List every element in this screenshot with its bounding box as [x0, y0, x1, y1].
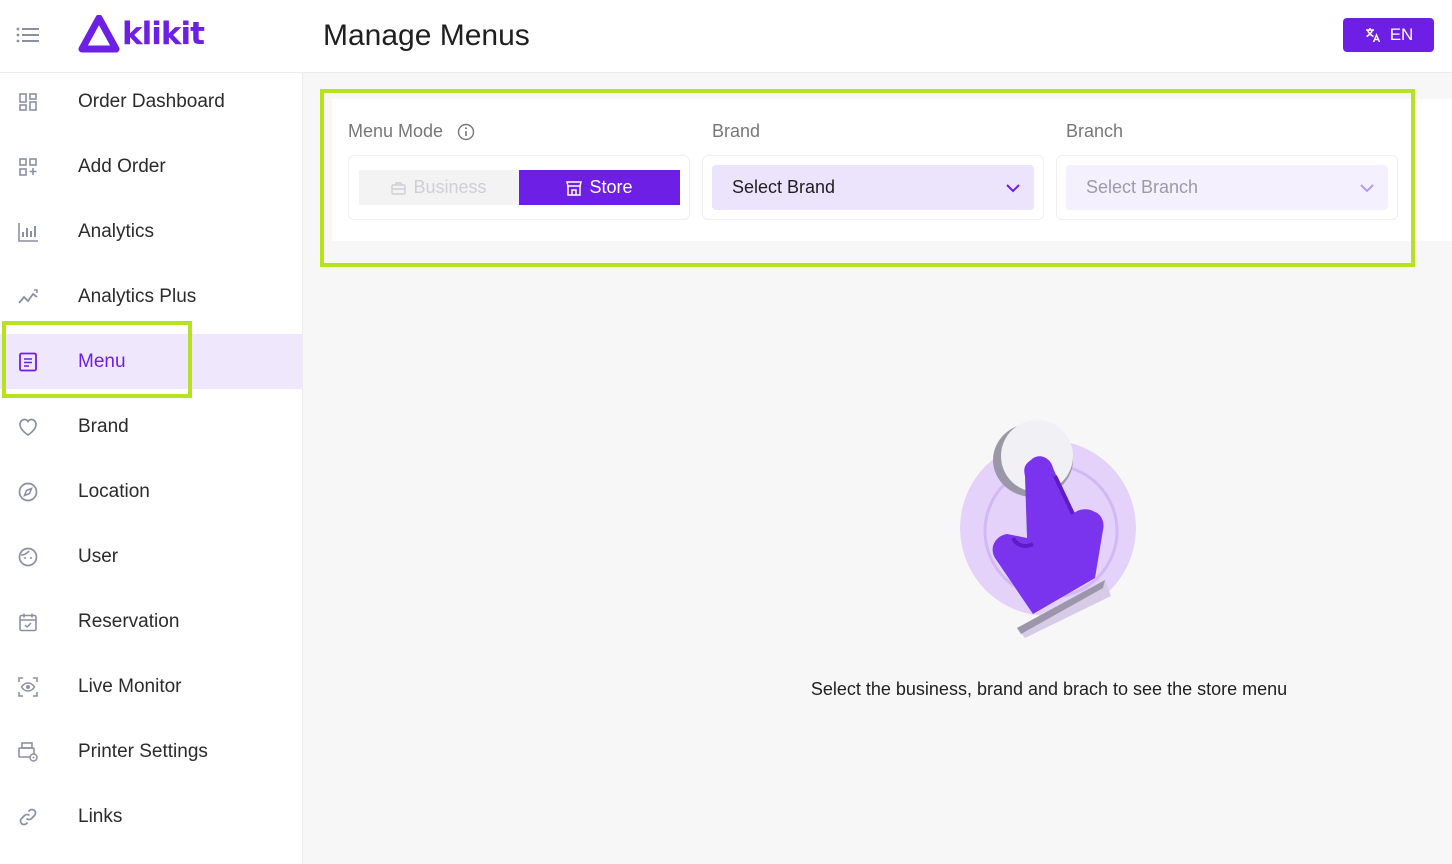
- link-icon: [19, 808, 37, 825]
- page-title: Manage Menus: [323, 19, 530, 52]
- pointing-hand-illustration: [960, 420, 1136, 638]
- chevron-down-icon: [1360, 184, 1374, 193]
- briefcase-icon: [391, 181, 407, 195]
- document-list-icon: [19, 352, 37, 371]
- monitor-eye-icon: [18, 676, 38, 697]
- face-icon: [18, 547, 38, 566]
- sidebar-item-label: Add Order: [78, 155, 166, 177]
- sidebar-item-analytics-plus[interactable]: Analytics Plus: [0, 269, 302, 324]
- klikit-logo[interactable]: klikit: [78, 14, 205, 54]
- brand-select-value: Select Brand: [732, 177, 836, 197]
- logo-mark-icon: [78, 15, 120, 53]
- calendar-check-icon: [19, 613, 37, 631]
- add-grid-icon: [19, 157, 37, 176]
- sidebar-item-brand[interactable]: Brand: [0, 399, 302, 454]
- heart-icon: [19, 418, 37, 436]
- mode-store-label: Store: [589, 177, 633, 197]
- sidebar-item-order-dashboard[interactable]: Order Dashboard: [0, 74, 302, 129]
- bar-chart-icon: [18, 222, 38, 242]
- branch-select[interactable]: Select Branch: [1066, 165, 1388, 210]
- sidebar-item-label: Live Monitor: [78, 675, 182, 697]
- sidebar-item-printer-settings[interactable]: Printer Settings: [0, 724, 302, 779]
- sidebar-item-add-order[interactable]: Add Order: [0, 139, 302, 194]
- sidebar-item-label: Brand: [78, 415, 129, 437]
- mode-store-button[interactable]: Store: [519, 170, 680, 205]
- sidebar-item-location[interactable]: Location: [0, 464, 302, 519]
- sidebar-item-label: User: [78, 545, 119, 567]
- empty-state-message: Select the business, brand and brach to …: [810, 679, 1288, 699]
- sidebar-item-reservation[interactable]: Reservation: [0, 594, 302, 649]
- language-button[interactable]: EN: [1343, 18, 1434, 52]
- sidebar-item-label: Analytics Plus: [78, 285, 197, 307]
- translate-icon: [1365, 28, 1380, 43]
- sidebar-item-label: Printer Settings: [78, 740, 208, 762]
- sidebar-item-label: Order Dashboard: [78, 90, 225, 112]
- branch-label: Branch: [1066, 121, 1124, 141]
- hamburger-menu-icon[interactable]: [16, 26, 40, 44]
- printer-gear-icon: [18, 741, 38, 762]
- trend-line-icon: [18, 288, 38, 304]
- sidebar-item-menu[interactable]: Menu: [0, 334, 302, 389]
- chevron-down-icon: [1006, 184, 1020, 193]
- branch-select-value: Select Branch: [1086, 177, 1199, 197]
- compass-icon: [18, 482, 38, 501]
- storefront-icon: [566, 180, 583, 196]
- sidebar-item-analytics[interactable]: Analytics: [0, 204, 302, 259]
- sidebar-item-live-monitor[interactable]: Live Monitor: [0, 659, 302, 714]
- sidebar-item-label: Menu: [78, 350, 126, 372]
- sidebar-item-label: Reservation: [78, 610, 180, 632]
- sidebar-item-links[interactable]: Links: [0, 789, 302, 844]
- sidebar-item-user[interactable]: User: [0, 529, 302, 584]
- sidebar-item-label: Location: [78, 480, 150, 502]
- info-icon[interactable]: [457, 123, 475, 141]
- logo-text: klikit: [122, 16, 205, 52]
- language-label: EN: [1389, 25, 1414, 44]
- brand-select[interactable]: Select Brand: [712, 165, 1034, 210]
- mode-business-button[interactable]: Business: [359, 170, 519, 205]
- sidebar: Order Dashboard Add Order Analytics Anal…: [0, 73, 303, 864]
- mode-business-label: Business: [413, 177, 487, 197]
- dashboard-grid-icon: [19, 92, 37, 111]
- sidebar-item-label: Analytics: [78, 220, 155, 242]
- top-header: klikit Manage Menus EN: [0, 0, 1452, 73]
- brand-label: Brand: [712, 121, 761, 141]
- menu-mode-label: Menu Mode: [348, 121, 444, 141]
- sidebar-item-label: Links: [78, 805, 123, 827]
